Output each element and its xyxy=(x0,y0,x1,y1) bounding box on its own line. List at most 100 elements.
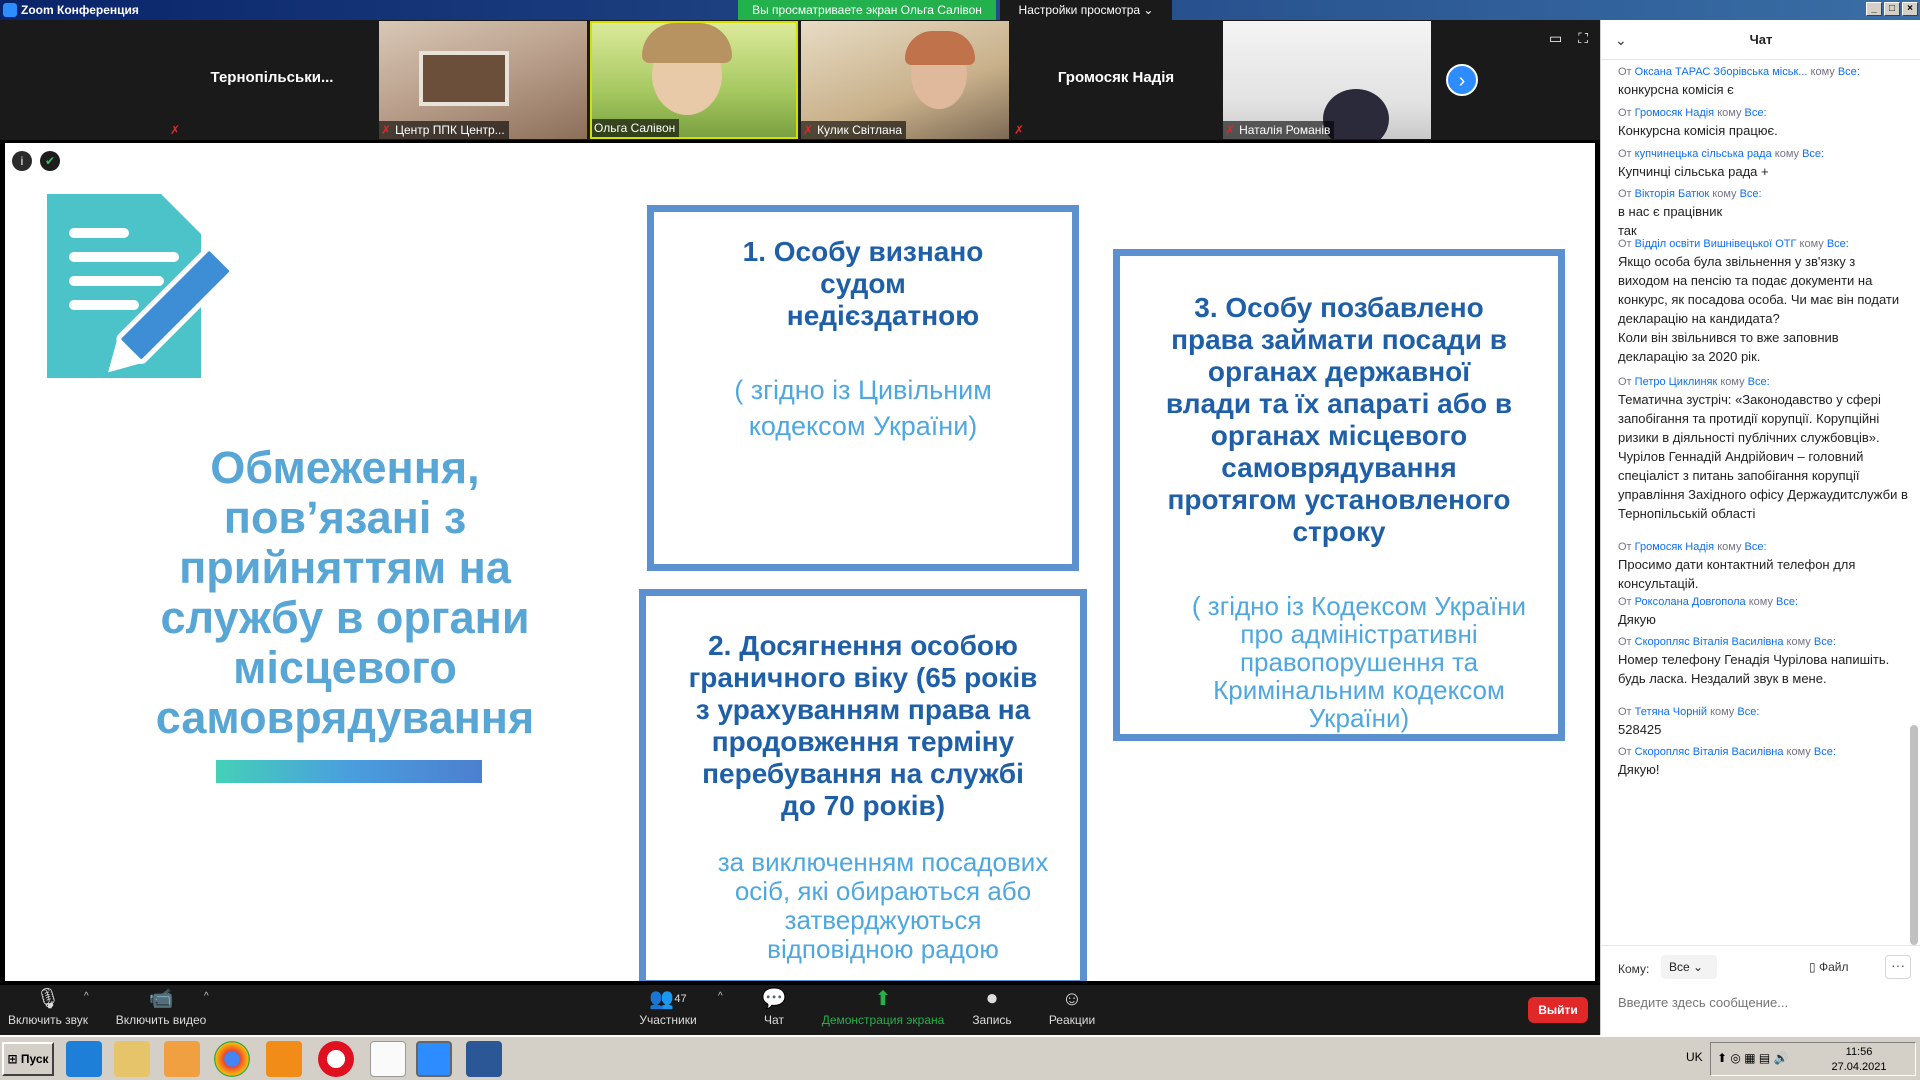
screen-share-banner: Вы просматриваете экран Ольга Салівон xyxy=(738,0,996,20)
view-options-button[interactable]: Настройки просмотра ⌄ xyxy=(1000,0,1172,20)
chat-message: От купчинецька сільська рада кому Все: Ку… xyxy=(1618,148,1908,181)
encryption-shield-icon[interactable]: ✔ xyxy=(40,151,60,171)
box2-note: за виключенням посадових осіб, які обира… xyxy=(686,848,1080,964)
box3-heading-line: 3. Особу позбавлено xyxy=(1194,292,1484,323)
more-options-button[interactable]: ··· xyxy=(1885,955,1911,979)
chat-scrollbar[interactable] xyxy=(1910,65,1918,945)
clock-time[interactable]: 11:56 xyxy=(1819,1046,1899,1058)
strip-controls: ▭ ⛶ xyxy=(1549,30,1588,47)
video-off-icon: 📹 xyxy=(148,988,174,1010)
start-video-button[interactable]: 📹 Включить видео xyxy=(114,985,208,1035)
participants-options-caret-icon[interactable]: ^ xyxy=(718,991,723,1002)
message-from-word: От xyxy=(1618,746,1632,758)
box1-note: ( згідно із Цивільним кодексом України) xyxy=(654,372,1072,444)
opera-icon[interactable] xyxy=(318,1041,354,1077)
chevron-down-icon: ⌄ xyxy=(1693,960,1704,974)
maximize-icon[interactable]: □ xyxy=(1884,2,1900,16)
leave-meeting-button[interactable]: Выйти xyxy=(1528,997,1588,1023)
blank-document-icon[interactable] xyxy=(370,1041,406,1077)
record-button[interactable]: ⏺ Запись xyxy=(970,985,1014,1035)
message-sender[interactable]: Вікторія Батюк xyxy=(1635,188,1710,200)
reactions-button[interactable]: ☺ Реакции xyxy=(1046,985,1098,1035)
participant-nametag: ✗ Центр ППК Центр... xyxy=(379,121,509,139)
participant-name: Центр ППК Центр... xyxy=(395,123,505,137)
minimize-icon[interactable]: _ xyxy=(1866,2,1882,16)
box1-note-line: ( згідно із Цивільним xyxy=(734,375,992,405)
start-label: Пуск xyxy=(20,1052,49,1066)
audio-options-caret-icon[interactable]: ^ xyxy=(84,991,89,1002)
participant-tile[interactable]: Тернопільськи... ✗ xyxy=(168,21,376,139)
box1-heading: 1. Особу визнано судом недієздатною xyxy=(654,236,1072,332)
shared-screen: i ✔ Обмеження, пов’язані з прийняттям на… xyxy=(0,140,1600,985)
message-recipient[interactable]: Все: xyxy=(1745,107,1767,119)
next-page-arrow-icon[interactable]: › xyxy=(1446,64,1478,96)
participant-tile[interactable]: ✗ Центр ППК Центр... xyxy=(379,21,587,139)
message-recipient[interactable]: Все: xyxy=(1814,636,1836,648)
start-button[interactable]: ⊞ Пуск xyxy=(2,1042,54,1076)
message-recipient[interactable]: Все: xyxy=(1740,188,1762,200)
close-icon[interactable]: × xyxy=(1902,2,1918,16)
chrome-icon[interactable] xyxy=(214,1041,250,1077)
participants-button[interactable]: 👥47 Участники xyxy=(636,985,700,1035)
message-recipient[interactable]: Все: xyxy=(1827,238,1849,250)
windows-taskbar: ⊞ Пуск UK ⬆ ◎ ▦ ▤ 🔊 11:56 27.04.2021 xyxy=(0,1035,1920,1080)
message-from-word: От xyxy=(1618,636,1632,648)
participant-nametag: ✗ Наталія Романів xyxy=(1223,121,1335,139)
message-recipient[interactable]: Все: xyxy=(1838,66,1860,78)
file-explorer-icon[interactable] xyxy=(114,1041,150,1077)
message-sender[interactable]: Скоропляс Віталія Василівна xyxy=(1635,636,1784,648)
message-text: Просимо дати контактний телефон для конс… xyxy=(1618,557,1856,591)
chat-message-input[interactable] xyxy=(1618,990,1908,1014)
message-sender[interactable]: Відділ освіти Вишнівецької ОТГ xyxy=(1635,238,1797,250)
internet-explorer-icon[interactable] xyxy=(66,1041,102,1077)
chat-message: От Оксана ТАРАС Зборівська міськ... кому… xyxy=(1618,66,1908,99)
participant-tile-active-speaker[interactable]: Ольга Салівон xyxy=(590,21,798,139)
message-sender[interactable]: Петро Циклиняк xyxy=(1635,376,1718,388)
word-icon[interactable] xyxy=(466,1041,502,1077)
utility-app-icon[interactable] xyxy=(266,1041,302,1077)
message-sender[interactable]: Громосяк Надія xyxy=(1635,541,1714,553)
chat-message-meta: От Громосяк Надія кому Все: xyxy=(1618,541,1908,553)
message-sender[interactable]: Роксолана Довгопола xyxy=(1635,596,1746,608)
message-sender[interactable]: купчинецька сільська рада xyxy=(1635,148,1772,160)
message-to-word: кому xyxy=(1717,107,1742,119)
zoom-taskbar-icon[interactable] xyxy=(416,1041,452,1077)
message-sender[interactable]: Оксана ТАРАС Зборівська міськ... xyxy=(1635,66,1808,78)
message-recipient[interactable]: Все: xyxy=(1802,148,1824,160)
recipient-select[interactable]: Все ⌄ xyxy=(1661,955,1717,979)
message-text: Купчинці сільська рада + xyxy=(1618,164,1769,179)
chat-message: От Скоропляс Віталія Василівна кому Все:… xyxy=(1618,636,1908,688)
box3-heading-line: права займати посади в xyxy=(1171,324,1507,355)
scrollbar-thumb[interactable] xyxy=(1910,725,1918,945)
fullscreen-icon[interactable]: ⛶ xyxy=(1578,30,1588,47)
unmute-button[interactable]: 🎙 Включить звук xyxy=(8,985,88,1035)
chat-button[interactable]: 💬 Чат xyxy=(754,985,794,1035)
message-to-word: кому xyxy=(1786,746,1811,758)
layout-toggle-icon[interactable]: ▭ xyxy=(1549,30,1562,47)
record-icon: ⏺ xyxy=(987,988,997,1010)
info-icon[interactable]: i xyxy=(12,151,32,171)
message-recipient[interactable]: Все: xyxy=(1776,596,1798,608)
participant-tile[interactable]: ✗ Наталія Романів xyxy=(1223,21,1431,139)
message-sender[interactable]: Громосяк Надія xyxy=(1635,107,1714,119)
message-text: Тематична зустріч: «Законодавство у сфер… xyxy=(1618,392,1908,521)
message-text: Номер телефону Генадія Чурілова напишіть… xyxy=(1618,652,1890,686)
participant-nametag: ✗ Кулик Світлана xyxy=(801,121,906,139)
share-screen-button[interactable]: ⬆ Демонстрация экрана xyxy=(820,985,946,1035)
clock-date[interactable]: 27.04.2021 xyxy=(1819,1061,1899,1073)
media-player-icon[interactable] xyxy=(164,1041,200,1077)
participant-tile[interactable]: ✗ Кулик Світлана xyxy=(801,21,1009,139)
message-recipient[interactable]: Все: xyxy=(1748,376,1770,388)
message-sender[interactable]: Скоропляс Віталія Василівна xyxy=(1635,746,1784,758)
video-options-caret-icon[interactable]: ^ xyxy=(204,991,209,1002)
keyboard-language[interactable]: UK xyxy=(1686,1050,1703,1064)
box1-heading-line: недієздатною xyxy=(786,300,980,331)
message-recipient[interactable]: Все: xyxy=(1745,541,1767,553)
file-button[interactable]: ▯ Файл xyxy=(1809,960,1848,974)
participant-tile[interactable]: Громосяк Надія ✗ xyxy=(1012,21,1220,139)
box3-heading: 3. Особу позбавлено права займати посади… xyxy=(1120,292,1558,548)
message-recipient[interactable]: Все: xyxy=(1814,746,1836,758)
message-sender[interactable]: Тетяна Чорній xyxy=(1635,706,1707,718)
tray-icons[interactable]: ⬆ ◎ ▦ ▤ 🔊 xyxy=(1717,1051,1788,1065)
message-recipient[interactable]: Все: xyxy=(1737,706,1759,718)
